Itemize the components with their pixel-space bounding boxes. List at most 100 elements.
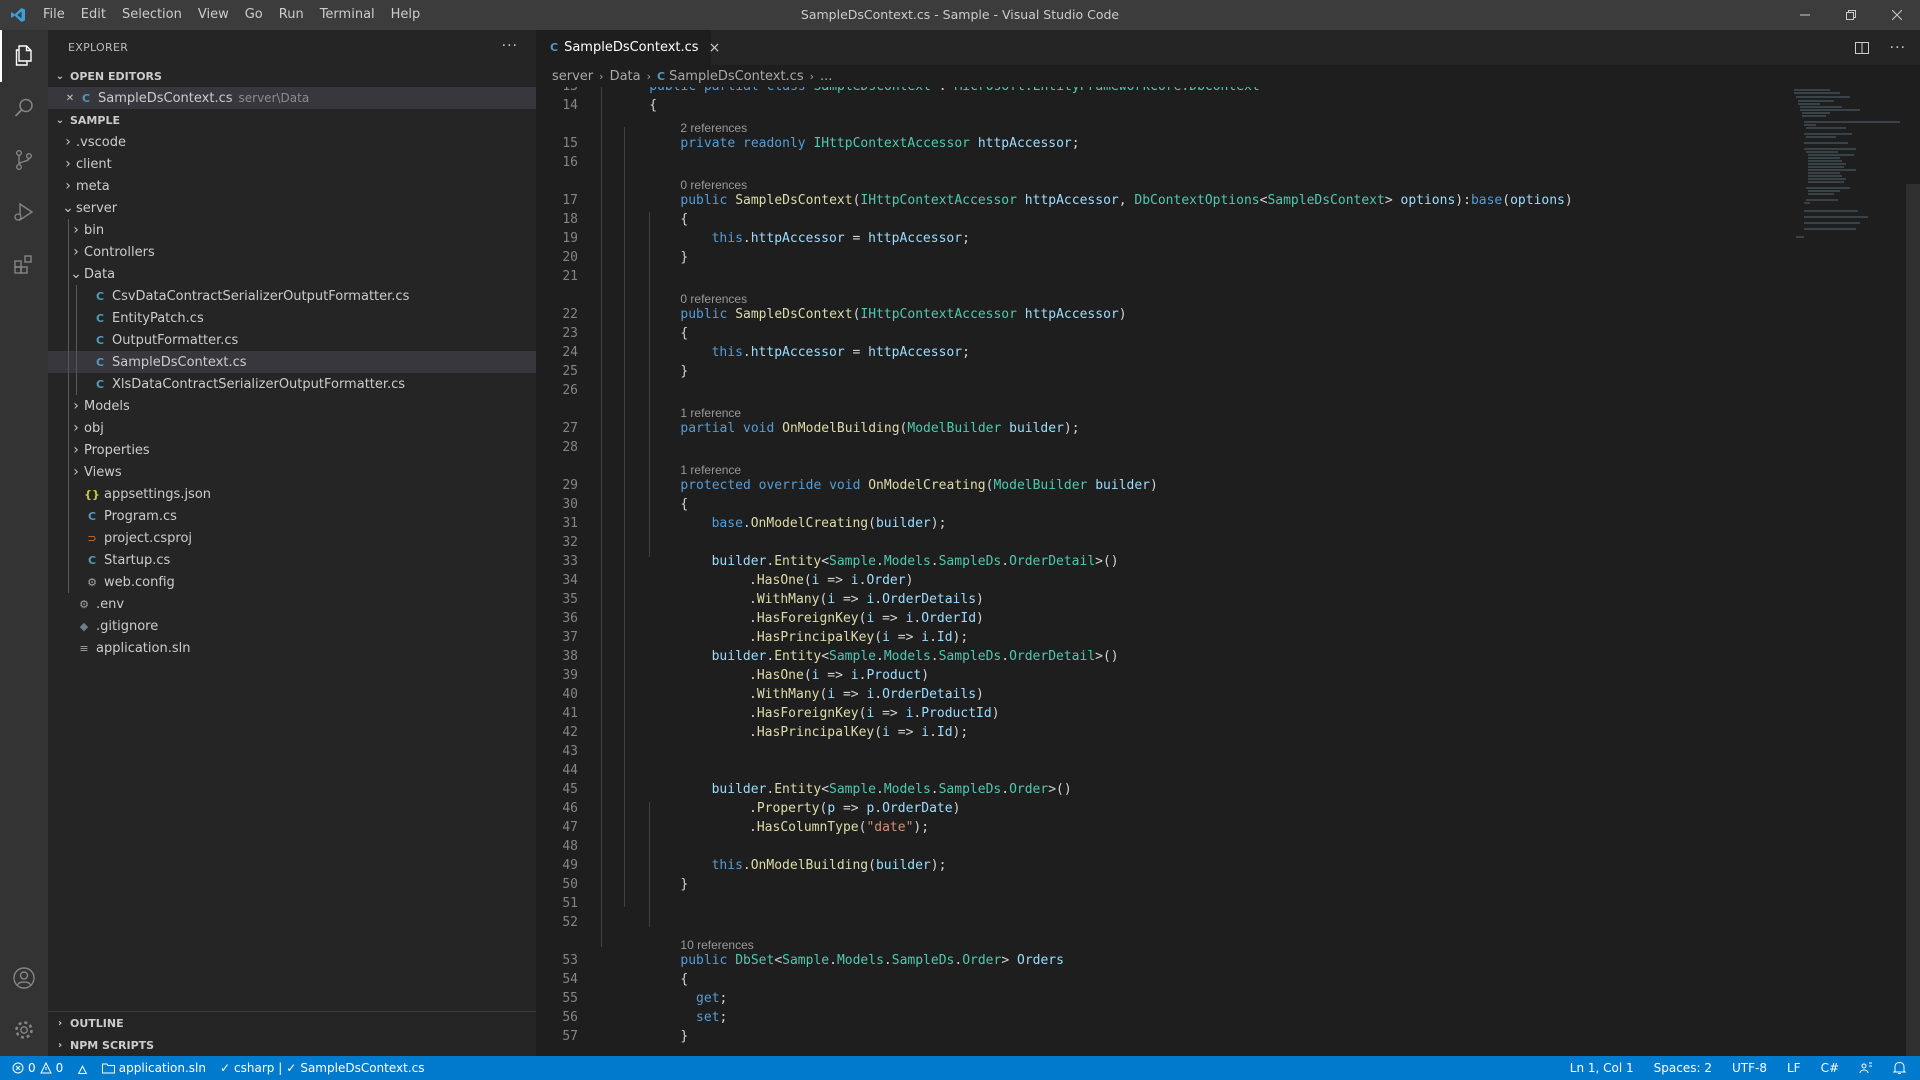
omnisharp-flame-icon[interactable]: 🜂 — [77, 1056, 88, 1080]
line-number: 31 — [562, 516, 578, 531]
indent-guide — [76, 307, 77, 329]
more-actions-icon[interactable]: ··· — [502, 38, 518, 54]
code-token: OnModelCreating — [750, 516, 869, 531]
notifications-bell-icon[interactable] — [1893, 1061, 1906, 1075]
end-of-line[interactable]: LF — [1787, 1061, 1801, 1075]
close-icon[interactable]: ✕ — [62, 93, 78, 104]
explorer-button[interactable] — [0, 30, 48, 82]
tree-file[interactable]: C OutputFormatter.cs — [48, 329, 536, 351]
code-token: < — [821, 649, 830, 664]
code-token: builder — [875, 516, 931, 531]
tree-file[interactable]: ⊃ project.csproj — [48, 527, 536, 549]
menu-go[interactable]: Go — [237, 0, 271, 30]
extensions-button[interactable] — [0, 238, 48, 290]
menu-terminal[interactable]: Terminal — [312, 0, 383, 30]
language-mode[interactable]: C# — [1821, 1061, 1839, 1075]
breadcrumb-item[interactable]: ... — [820, 69, 832, 84]
more-actions-icon[interactable]: ··· — [1890, 40, 1906, 56]
code-line: 19 this.httpAccessor = httpAccessor; — [536, 229, 1776, 248]
tree-file[interactable]: C Program.cs — [48, 505, 536, 527]
npm-scripts-header[interactable]: › NPM SCRIPTS — [48, 1034, 536, 1056]
encoding[interactable]: UTF-8 — [1732, 1061, 1767, 1075]
tree-folder[interactable]: › bin — [48, 219, 536, 241]
tree-file[interactable]: ⚙ .env — [48, 593, 536, 615]
menu-run[interactable]: Run — [271, 0, 312, 30]
code-text: public partial class SampleDsContext : M… — [649, 87, 1260, 96]
chevron-right-icon: › — [65, 178, 71, 194]
code-text: .HasForeignKey(i => i.OrderId) — [749, 609, 984, 628]
menu-file[interactable]: File — [35, 0, 73, 30]
tree-folder[interactable]: › .vscode — [48, 131, 536, 153]
feedback-icon[interactable] — [1859, 1061, 1873, 1075]
code-token: OnModelBuilding — [750, 858, 869, 873]
code-token: ) — [1150, 478, 1158, 493]
run-debug-button[interactable] — [0, 186, 48, 238]
tree-folder[interactable]: › Properties — [48, 439, 536, 461]
tree-folder[interactable]: › client — [48, 153, 536, 175]
tree-file[interactable]: C CsvDataContractSerializerOutputFormatte… — [48, 285, 536, 307]
code-editor[interactable]: 13 public partial class SampleDsContext :… — [536, 87, 1920, 1056]
search-button[interactable] — [0, 82, 48, 134]
menu-selection[interactable]: Selection — [114, 0, 190, 30]
tree-folder[interactable]: ⌄ server — [48, 197, 536, 219]
problems-indicator[interactable]: 0 0 — [12, 1061, 63, 1075]
restore-button[interactable] — [1828, 0, 1874, 30]
tree-file[interactable]: ◆ .gitignore — [48, 615, 536, 637]
tree-file[interactable]: C XlsDataContractSerializerOutputFormatte… — [48, 373, 536, 395]
cursor-position[interactable]: Ln 1, Col 1 — [1570, 1061, 1634, 1075]
code-token: DbSet — [735, 953, 775, 968]
csharp-project-indicator[interactable]: ✓ csharp | ✓ SampleDsContext.cs — [220, 1061, 425, 1075]
line-number: 37 — [562, 630, 578, 645]
code-token: Models — [883, 782, 931, 797]
workspace-header[interactable]: ⌄ SAMPLE — [48, 109, 536, 131]
tree-folder[interactable]: › meta — [48, 175, 536, 197]
split-editor-icon[interactable] — [1854, 40, 1870, 56]
indent-guide — [68, 285, 69, 307]
tree-file[interactable]: ⚙ web.config — [48, 571, 536, 593]
accounts-button[interactable] — [0, 952, 48, 1004]
breadcrumb-item[interactable]: server — [552, 69, 593, 84]
outline-header[interactable]: › OUTLINE — [48, 1012, 536, 1034]
open-editors-header[interactable]: ⌄ OPEN EDITORS — [48, 65, 536, 87]
line-number: 22 — [562, 307, 578, 322]
code-token: options — [1400, 193, 1456, 208]
breadcrumb-item[interactable]: Data — [610, 69, 641, 84]
minimize-button[interactable] — [1782, 0, 1828, 30]
tree-item-label: web.config — [104, 574, 175, 590]
tree-file[interactable]: C EntityPatch.cs — [48, 307, 536, 329]
tree-folder[interactable]: › Views — [48, 461, 536, 483]
code-token: i — [827, 592, 836, 607]
minimap[interactable] — [1790, 87, 1910, 247]
manage-button[interactable] — [0, 1004, 48, 1056]
editor-scrollbar[interactable] — [1906, 184, 1920, 1056]
indentation[interactable]: Spaces: 2 — [1654, 1061, 1712, 1075]
tree-file[interactable]: C Startup.cs — [48, 549, 536, 571]
code-text: { — [680, 970, 688, 989]
code-token: ( — [874, 725, 883, 740]
solution-indicator[interactable]: application.sln — [101, 1061, 206, 1075]
code-token: i — [882, 725, 890, 740]
line-number: 56 — [562, 1010, 578, 1025]
tree-folder[interactable]: › Models — [48, 395, 536, 417]
close-tab-icon[interactable]: × — [709, 40, 721, 56]
title-bar: File Edit Selection View Go Run Terminal… — [0, 0, 1920, 30]
tab-sampledscontext[interactable]: C SampleDsContext.cs × — [536, 30, 720, 65]
menu-view[interactable]: View — [190, 0, 237, 30]
menu-help[interactable]: Help — [383, 0, 429, 30]
source-control-button[interactable] — [0, 134, 48, 186]
code-token: IHttpContextAccessor — [860, 193, 1025, 208]
code-line: 44 — [536, 761, 1776, 780]
close-window-button[interactable] — [1874, 0, 1920, 30]
breadcrumb-item[interactable]: SampleDsContext.cs — [669, 69, 804, 84]
menu-edit[interactable]: Edit — [73, 0, 114, 30]
tree-folder[interactable]: › obj — [48, 417, 536, 439]
tree-folder[interactable]: › Controllers — [48, 241, 536, 263]
tree-file[interactable]: ≡ application.sln — [48, 637, 536, 659]
tree-file[interactable]: {} appsettings.json — [48, 483, 536, 505]
code-line: 47 .HasColumnType("date"); — [536, 818, 1776, 837]
open-editor-item[interactable]: ✕ C SampleDsContext.cs server\Data — [48, 87, 536, 109]
code-token: protected override void — [680, 478, 869, 493]
tree-file[interactable]: C SampleDsContext.cs — [48, 351, 536, 373]
tree-folder[interactable]: ⌄ Data — [48, 263, 536, 285]
line-number: 19 — [562, 231, 578, 246]
